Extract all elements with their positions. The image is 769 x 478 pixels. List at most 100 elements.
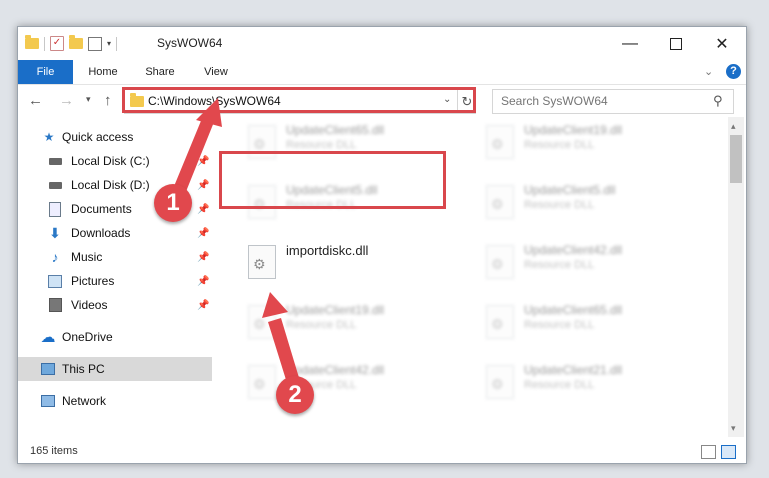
download-icon: ⬇ [49, 224, 61, 241]
properties-check-icon[interactable]: ✓ [50, 36, 64, 51]
file-item-importdiskc[interactable]: importdiskc.dll [238, 237, 468, 287]
qat-dropdown-icon[interactable]: ▾ [107, 39, 111, 48]
scroll-thumb[interactable] [730, 135, 742, 183]
file-type: Resource DLL [524, 319, 595, 331]
step-1-badge: 1 [154, 184, 192, 222]
drive-icon [48, 154, 62, 168]
file-type: Resource DLL [286, 139, 357, 151]
toolbar-separator [116, 36, 118, 51]
sidebar-item-label: Local Disk (D:) [71, 178, 150, 192]
file-name: UpdateClient19.dll [286, 303, 385, 317]
dll-file-icon [248, 305, 276, 339]
file-name: UpdateClient5.dll [524, 183, 616, 197]
dll-file-icon [248, 245, 276, 279]
pin-icon[interactable]: 📌 [197, 300, 209, 311]
file-type: Resource DLL [286, 319, 357, 331]
up-button[interactable]: ↑ [104, 92, 112, 109]
details-view-icon[interactable] [701, 445, 716, 459]
sidebar-item-label: Network [62, 394, 107, 408]
dll-file-icon [248, 365, 276, 399]
computer-icon [41, 362, 55, 376]
customize-icon[interactable] [88, 36, 102, 51]
file-item[interactable]: UpdateClient19.dll Resource DLL [238, 297, 468, 347]
file-name: importdiskc.dll [286, 243, 369, 258]
star-icon: ★ [43, 130, 55, 144]
sidebar-item-network[interactable]: Network [18, 389, 212, 413]
sidebar-item-this-pc[interactable]: This PC [18, 357, 212, 381]
tab-view[interactable]: View [196, 60, 236, 84]
forward-button[interactable]: → [59, 92, 74, 109]
file-highlight-box [219, 151, 446, 209]
help-icon[interactable]: ? [726, 64, 741, 79]
network-icon [41, 394, 55, 408]
address-highlight-box [122, 87, 476, 113]
item-count: 165 items [30, 445, 78, 457]
sidebar-item-onedrive[interactable]: ☁ OneDrive [18, 325, 212, 349]
file-name: UpdateClient42.dll [286, 363, 385, 377]
sidebar-item-downloads[interactable]: ⬇ Downloads 📌 [18, 221, 212, 245]
sidebar-item-label: OneDrive [62, 330, 113, 344]
tab-share[interactable]: Share [138, 60, 182, 84]
tab-home[interactable]: Home [78, 60, 128, 84]
search-input[interactable] [499, 93, 703, 109]
file-type: Resource DLL [524, 379, 595, 391]
toolbar-separator [44, 36, 45, 51]
quick-access-toolbar: ✓ ▾ [25, 35, 118, 51]
title-bar: ✓ ▾ SysWOW64 — ✕ [18, 27, 746, 60]
search-icon[interactable]: ⚲ [713, 93, 723, 109]
explorer-window: ✓ ▾ SysWOW64 — ✕ File Home Share View ⌄ … [17, 26, 747, 464]
pin-icon[interactable]: 📌 [197, 204, 209, 215]
navigation-pane: ★ Quick access Local Disk (C:) 📌 Local D… [18, 117, 212, 437]
sidebar-item-label: Music [71, 250, 103, 264]
sidebar-item-pictures[interactable]: Pictures 📌 [18, 269, 212, 293]
search-box[interactable]: ⚲ [492, 89, 734, 114]
pin-icon[interactable]: 📌 [197, 228, 209, 239]
new-folder-icon[interactable] [69, 35, 83, 49]
sidebar-item-label: This PC [62, 362, 105, 376]
sidebar-item-videos[interactable]: Videos 📌 [18, 293, 212, 317]
dll-file-icon [486, 185, 514, 219]
file-item[interactable]: UpdateClient19.dll Resource DLL [476, 117, 706, 167]
scroll-down-icon[interactable]: ▾ [731, 423, 736, 434]
close-button[interactable]: ✕ [699, 27, 745, 60]
pin-icon[interactable]: 📌 [197, 180, 209, 191]
status-bar: 165 items [18, 441, 746, 463]
window-title: SysWOW64 [157, 36, 223, 50]
navigation-bar: ← → ▾ ↑ C:\Windows\SysWOW64 ⌄ ↻ ⚲ [18, 85, 746, 117]
music-icon: ♪ [51, 249, 59, 265]
large-icons-view-icon[interactable] [721, 445, 736, 459]
drive-icon [48, 178, 62, 192]
vertical-scrollbar[interactable]: ▴ ▾ [728, 117, 744, 437]
recent-locations-button[interactable]: ▾ [86, 94, 91, 105]
pin-icon[interactable]: 📌 [197, 252, 209, 263]
sidebar-item-quick-access[interactable]: ★ Quick access [18, 125, 212, 149]
step-2-badge: 2 [276, 376, 314, 414]
video-icon [48, 298, 62, 312]
back-button[interactable]: ← [28, 92, 43, 109]
sidebar-item-music[interactable]: ♪ Music 📌 [18, 245, 212, 269]
tab-file[interactable]: File [18, 60, 73, 84]
sidebar-item-label: Videos [71, 298, 108, 312]
scroll-up-icon[interactable]: ▴ [731, 121, 736, 132]
minimize-button[interactable]: — [607, 27, 653, 60]
dll-file-icon [486, 125, 514, 159]
pin-icon[interactable]: 📌 [197, 156, 209, 167]
sidebar-item-label: Local Disk (C:) [71, 154, 150, 168]
file-item[interactable]: UpdateClient65.dll Resource DLL [476, 297, 706, 347]
sidebar-item-label: Pictures [71, 274, 115, 288]
maximize-button[interactable] [653, 27, 699, 60]
folder-icon [25, 35, 39, 49]
ribbon-expand-icon[interactable]: ⌄ [704, 65, 713, 78]
cloud-icon: ☁ [40, 329, 56, 346]
ribbon-tabs: File Home Share View ⌄ ? [18, 60, 746, 85]
file-type: Resource DLL [524, 199, 595, 211]
file-item[interactable]: UpdateClient21.dll Resource DLL [476, 357, 706, 407]
pin-icon[interactable]: 📌 [197, 276, 209, 287]
dll-file-icon [486, 245, 514, 279]
file-item[interactable]: UpdateClient42.dll Resource DLL [238, 357, 468, 407]
file-item[interactable]: UpdateClient42.dll Resource DLL [476, 237, 706, 287]
document-icon [48, 201, 62, 217]
file-name: UpdateClient42.dll [524, 243, 623, 257]
sidebar-item-local-disk-c[interactable]: Local Disk (C:) 📌 [18, 149, 212, 173]
file-item[interactable]: UpdateClient5.dll Resource DLL [476, 177, 706, 227]
